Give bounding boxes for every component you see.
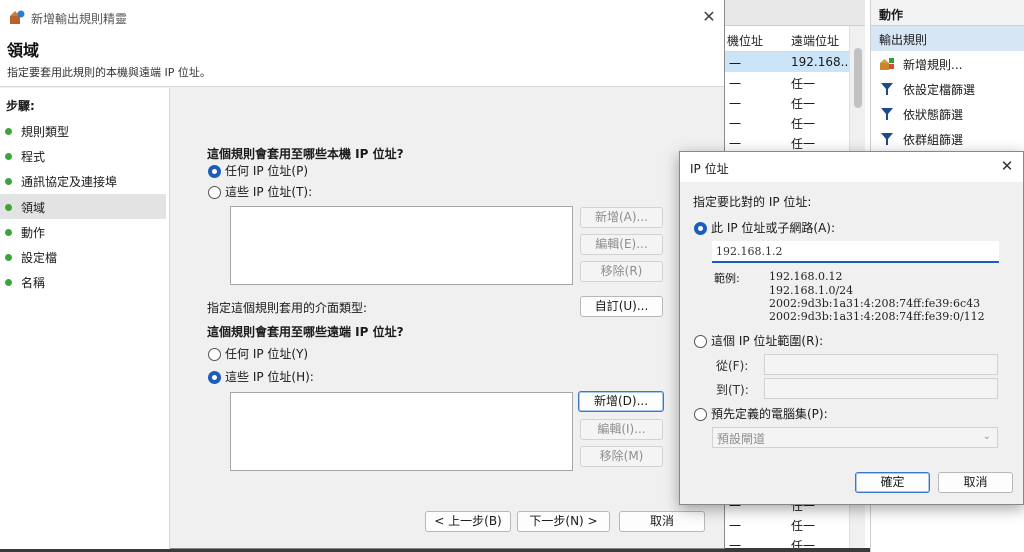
local-remove-button[interactable]: 移除(R)	[580, 261, 663, 282]
wizard-title: 新增輸出規則精靈	[31, 12, 128, 26]
range-from-label: 從(F):	[716, 359, 749, 373]
step-bullet-icon	[5, 204, 12, 211]
examples-label: 範例:	[714, 272, 740, 285]
cancel-button[interactable]: 取消	[619, 511, 705, 532]
filter-icon	[881, 83, 893, 95]
page-subtitle: 指定要套用此規則的本機與遠端 IP 位址。	[7, 66, 211, 79]
ip-address-input[interactable]	[712, 241, 999, 263]
table-row[interactable]: 一 任一	[725, 514, 849, 534]
remote-remove-button[interactable]: 移除(M)	[580, 446, 663, 467]
action-new-rule[interactable]: 新增規則...	[871, 51, 1024, 76]
local-ip-heading: 這個規則會套用至哪些本機 IP 位址?	[207, 147, 404, 161]
example-value: 192.168.0.12	[769, 270, 843, 283]
range-from-input[interactable]	[764, 354, 998, 375]
predefined-set-radio[interactable]: 預先定義的電腦集(P):	[694, 406, 828, 424]
ip-address-dialog: IP 位址 ✕ 指定要比對的 IP 位址: 此 IP 位址或子網路(A): 範例…	[679, 151, 1024, 505]
back-button[interactable]: < 上一步(B)	[425, 511, 511, 532]
step-program[interactable]: 程式	[0, 143, 166, 168]
example-value: 192.168.1.0/24	[769, 284, 854, 297]
customize-button[interactable]: 自訂(U)...	[580, 296, 663, 317]
page-title: 領域	[7, 41, 40, 60]
filter-icon	[881, 108, 893, 120]
table-row[interactable]: 一 任一	[725, 92, 849, 112]
table-row[interactable]: 一 192.168....	[725, 52, 856, 72]
step-bullet-icon	[5, 279, 12, 286]
ip-prompt: 指定要比對的 IP 位址:	[693, 195, 812, 209]
range-to-input[interactable]	[764, 378, 998, 399]
wizard-header: 領域 指定要套用此規則的本機與遠端 IP 位址。	[0, 33, 724, 87]
ip-range-radio[interactable]: 這個 IP 位址範圍(R):	[694, 333, 823, 351]
steps-panel: 步驟: 規則類型 程式 通訊協定及連接埠 領域 動作 設定檔 名稱	[0, 88, 170, 549]
step-rule-type[interactable]: 規則類型	[0, 118, 166, 143]
remote-ip-heading: 這個規則會套用至哪些遠端 IP 位址?	[207, 325, 404, 339]
step-bullet-icon	[5, 153, 12, 160]
close-icon[interactable]: ✕	[700, 8, 718, 26]
action-filter-by-state[interactable]: 依狀態篩選	[871, 101, 1024, 126]
local-ip-list[interactable]	[230, 206, 573, 285]
local-these-ip-radio[interactable]: 這些 IP 位址(T):	[208, 184, 312, 202]
ok-button[interactable]: 確定	[855, 472, 930, 493]
new-outbound-rule-wizard: 新增輸出規則精靈 ✕ 領域 指定要套用此規則的本機與遠端 IP 位址。 步驟: …	[0, 0, 725, 549]
ip-address-radio[interactable]: 此 IP 位址或子網路(A):	[694, 220, 835, 238]
remote-add-button[interactable]: 新增(D)...	[578, 391, 664, 412]
actions-section-outbound-rules[interactable]: 輸出規則	[871, 26, 1024, 51]
predefined-set-select[interactable]: 預設閘道 ⌄	[712, 427, 998, 448]
wizard-titlebar: 新增輸出規則精靈 ✕	[0, 0, 724, 33]
table-row[interactable]: 一 任一	[725, 112, 849, 132]
interface-type-label: 指定這個規則套用的介面類型:	[207, 301, 368, 315]
dialog-titlebar: IP 位址 ✕	[680, 152, 1023, 182]
action-filter-by-group[interactable]: 依群組篩選	[871, 126, 1024, 151]
column-remote-address[interactable]: 遠端位址	[791, 32, 839, 49]
filter-icon	[881, 133, 893, 145]
step-scope[interactable]: 領域	[0, 194, 166, 219]
remote-ip-list[interactable]	[230, 392, 573, 471]
table-row[interactable]: 一 任一	[725, 72, 849, 92]
next-button[interactable]: 下一步(N) >	[517, 511, 610, 532]
step-profile[interactable]: 設定檔	[0, 244, 166, 269]
example-value: 2002:9d3b:1a31:4:208:74ff:fe39:6c43	[769, 297, 981, 310]
console-toolbar-strip	[725, 0, 865, 26]
remote-edit-button[interactable]: 編輯(I)...	[580, 419, 663, 440]
steps-title: 步驟:	[6, 99, 35, 113]
new-rule-icon	[880, 58, 894, 70]
step-name[interactable]: 名稱	[0, 269, 166, 294]
step-action[interactable]: 動作	[0, 219, 166, 244]
dialog-title: IP 位址	[690, 162, 729, 176]
step-bullet-icon	[5, 128, 12, 135]
rules-table-header: 機位址 遠端位址	[725, 26, 865, 52]
actions-title: 動作	[871, 0, 1024, 26]
table-row[interactable]: 一 任一	[725, 132, 849, 152]
chevron-down-icon: ⌄	[982, 431, 991, 442]
step-bullet-icon	[5, 229, 12, 236]
range-to-label: 到(T):	[716, 383, 749, 397]
local-edit-button[interactable]: 編輯(E)...	[580, 234, 663, 255]
dialog-cancel-button[interactable]: 取消	[938, 472, 1013, 493]
action-filter-by-profile[interactable]: 依設定檔篩選	[871, 76, 1024, 101]
firewall-app-icon	[10, 10, 25, 24]
column-local-address[interactable]: 機位址	[727, 32, 763, 49]
remote-any-ip-radio[interactable]: 任何 IP 位址(Y)	[208, 346, 308, 364]
example-value: 2002:9d3b:1a31:4:208:74ff:fe39:0/112	[769, 310, 985, 323]
remote-these-ip-radio[interactable]: 這些 IP 位址(H):	[208, 369, 314, 387]
step-protocol-ports[interactable]: 通訊協定及連接埠	[0, 168, 166, 193]
scrollbar-thumb[interactable]	[854, 48, 862, 108]
close-icon[interactable]: ✕	[998, 157, 1016, 175]
local-add-button[interactable]: 新增(A)...	[580, 207, 663, 228]
step-bullet-icon	[5, 178, 12, 185]
local-any-ip-radio[interactable]: 任何 IP 位址(P)	[208, 163, 308, 181]
step-bullet-icon	[5, 254, 12, 261]
